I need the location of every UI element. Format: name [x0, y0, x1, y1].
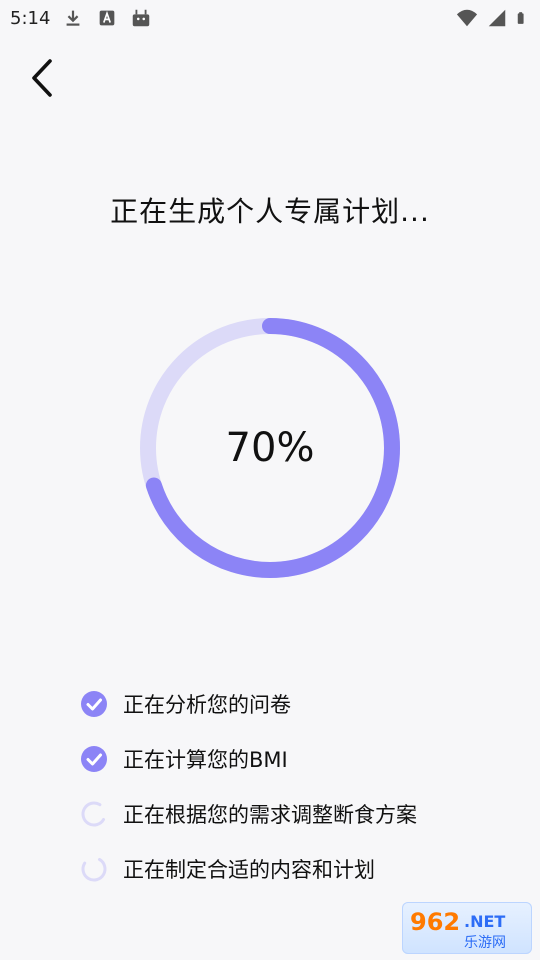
- a-badge-icon: [100, 10, 115, 26]
- android-icon: [133, 9, 150, 27]
- status-bar-left: 5:14: [10, 7, 152, 29]
- step-item: 正在制定合适的内容和计划: [80, 849, 500, 889]
- status-bar-right: [456, 7, 530, 29]
- battery-icon: [517, 12, 524, 24]
- download-icon: [67, 10, 80, 26]
- loading-spinner-icon: [80, 855, 108, 883]
- back-button[interactable]: [22, 56, 62, 100]
- step-item: 正在分析您的问卷: [80, 684, 500, 724]
- step-item: 正在根据您的需求调整断食方案: [80, 794, 500, 834]
- step-label: 正在分析您的问卷: [123, 693, 291, 717]
- status-bar: 5:14: [0, 0, 540, 36]
- watermark-subtitle: 乐游网: [464, 935, 506, 951]
- step-list: 正在分析您的问卷 正在计算您的BMI 正在根据您的需求调整断食方案 正在制定合适…: [80, 684, 500, 904]
- wifi-icon: [456, 9, 478, 27]
- page-title: 正在生成个人专属计划...: [110, 195, 430, 228]
- progress-percent: 70%: [225, 425, 315, 471]
- watermark-number: 962: [410, 908, 461, 936]
- watermark-suffix: .NET: [464, 912, 506, 931]
- chevron-left-icon: [32, 59, 52, 97]
- cell-signal-icon: [488, 9, 506, 27]
- step-label: 正在计算您的BMI: [123, 748, 288, 772]
- check-circle-icon: [80, 745, 108, 773]
- progress-ring: 70%: [138, 316, 402, 580]
- loading-spinner-icon: [80, 800, 108, 828]
- check-circle-icon: [80, 690, 108, 718]
- step-item: 正在计算您的BMI: [80, 739, 500, 779]
- step-label: 正在根据您的需求调整断食方案: [123, 803, 417, 827]
- notification-icons: [62, 7, 152, 29]
- status-time: 5:14: [10, 7, 51, 29]
- watermark-logo: 962 .NET 乐游网: [402, 902, 532, 954]
- step-label: 正在制定合适的内容和计划: [123, 858, 375, 882]
